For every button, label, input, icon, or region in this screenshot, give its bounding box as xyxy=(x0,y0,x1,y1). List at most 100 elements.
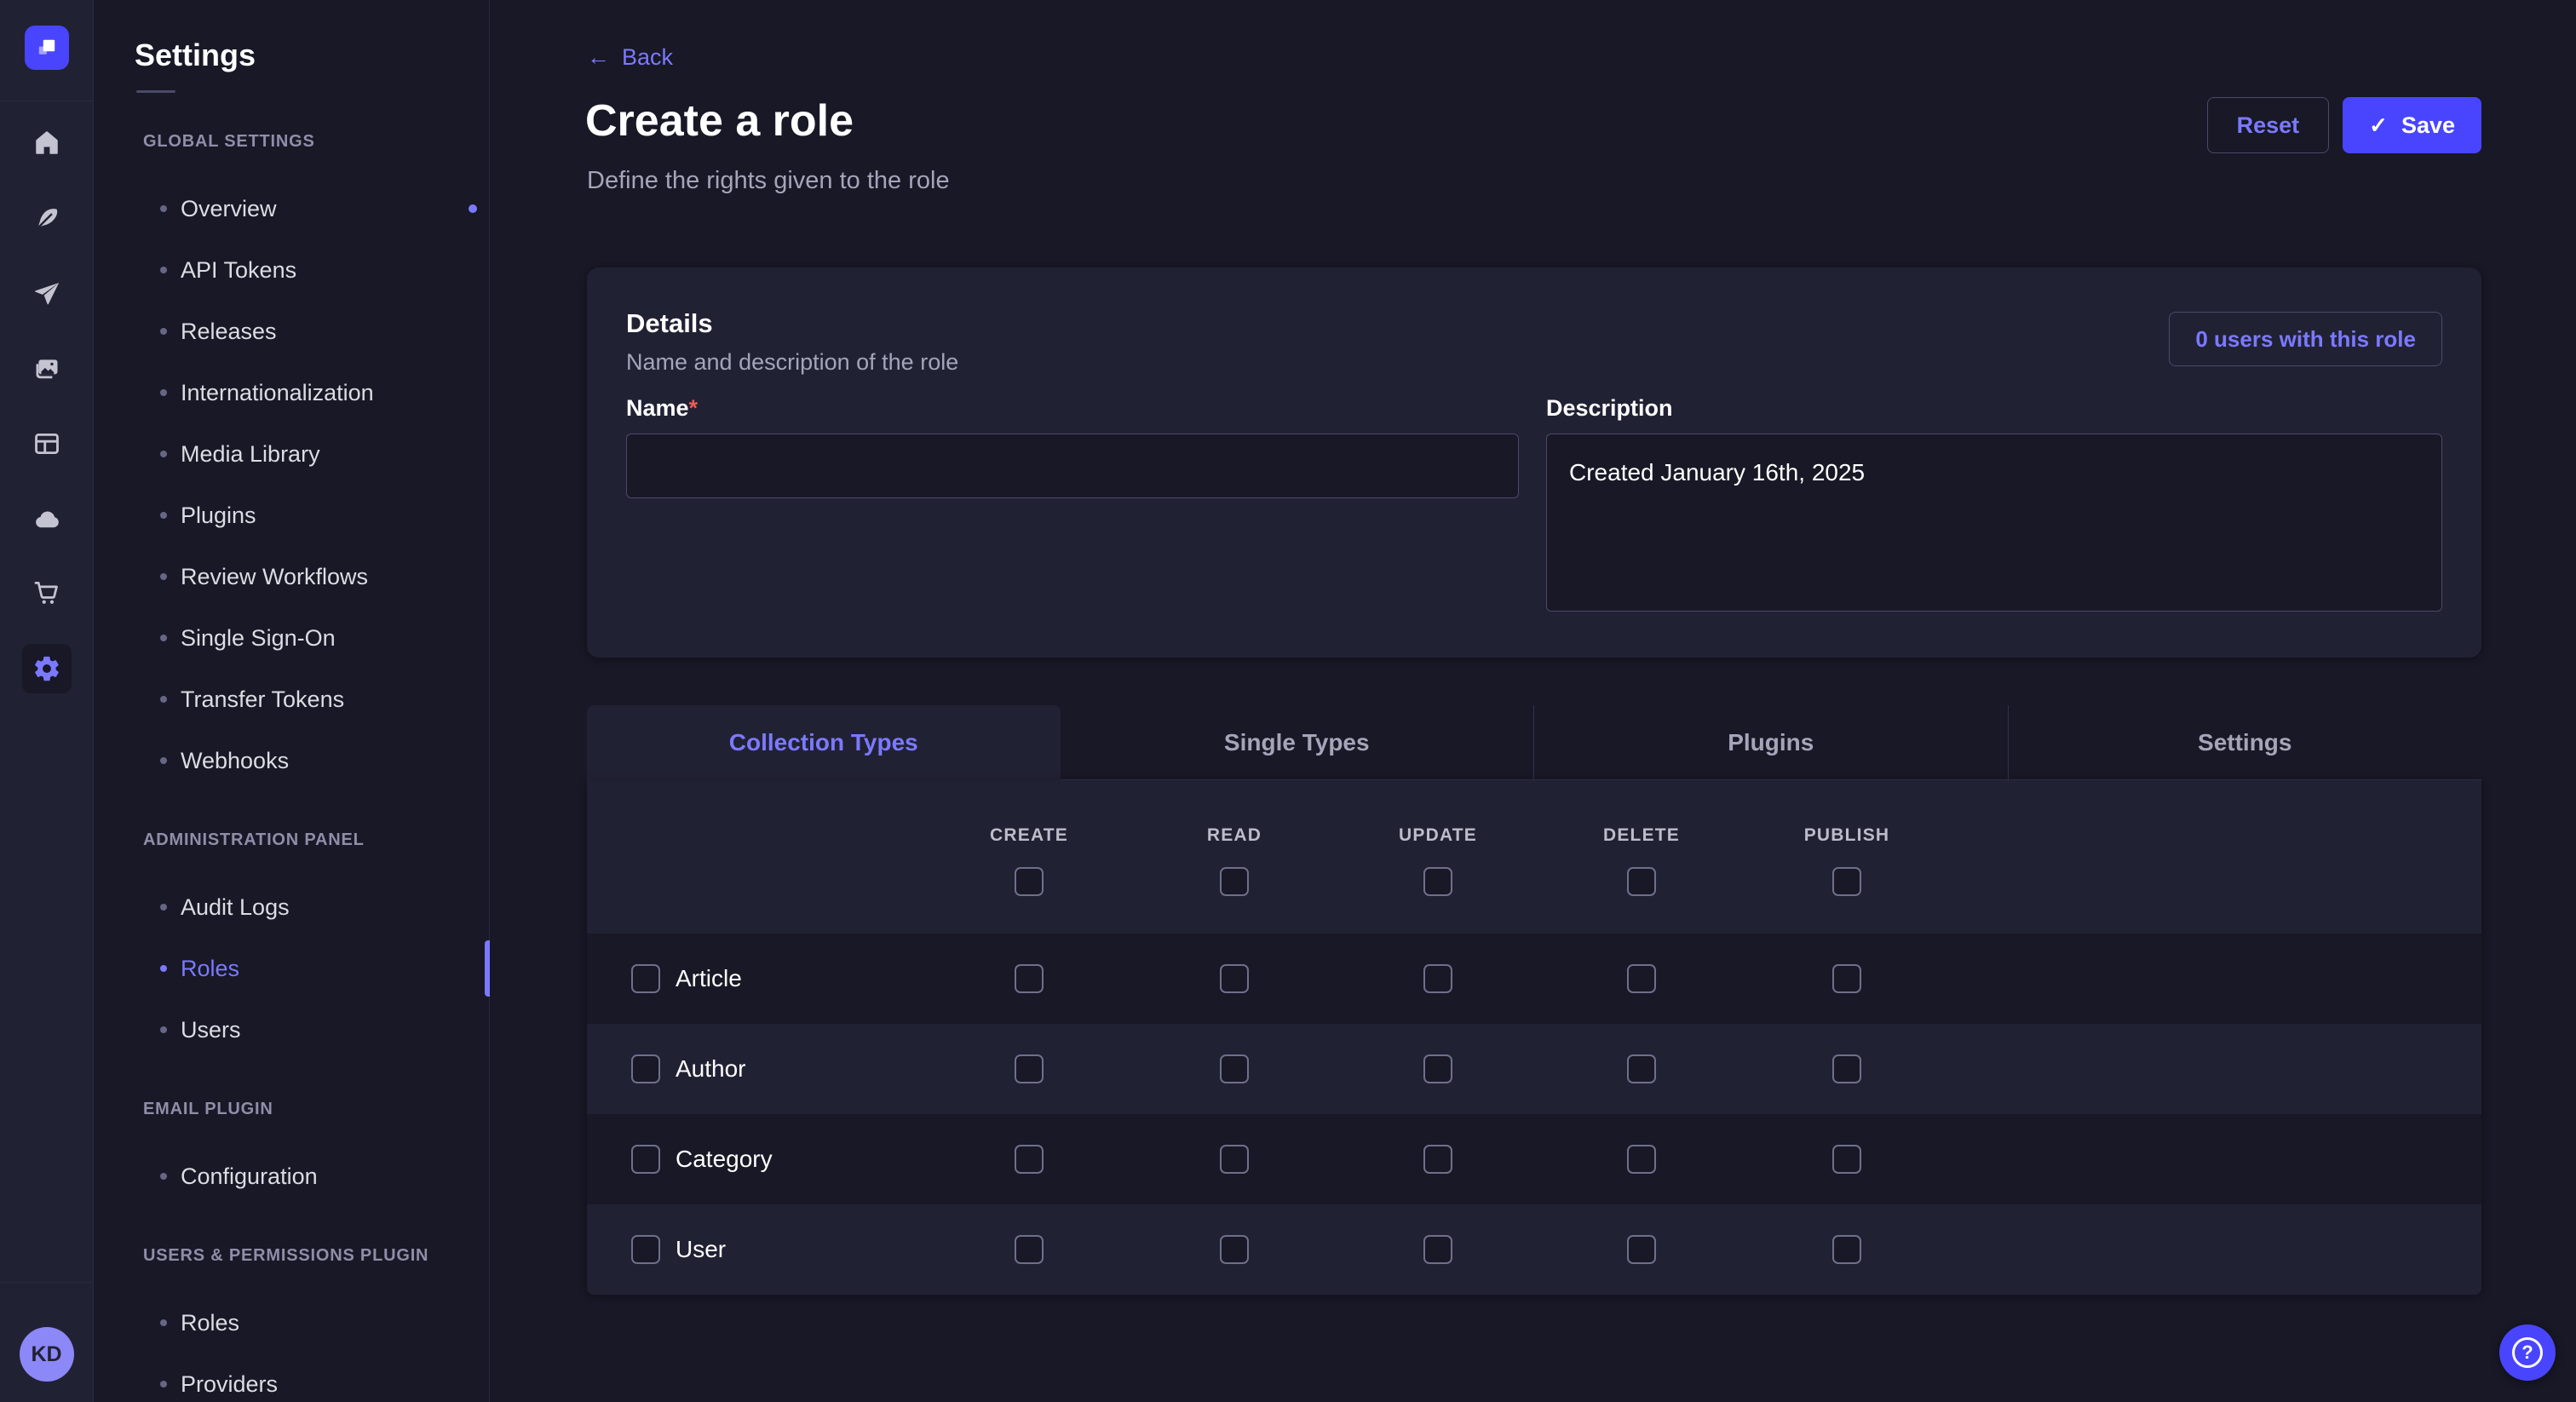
app-root: KD Settings GLOBAL SETTINGS Overview API… xyxy=(0,0,2576,1402)
select-all-delete-checkbox[interactable] xyxy=(1627,867,1656,896)
sidebar-item-roles-admin[interactable]: Roles xyxy=(94,938,489,999)
user-publish-checkbox[interactable] xyxy=(1832,1235,1861,1264)
tab-settings[interactable]: Settings xyxy=(2008,705,2482,780)
table-row-category: Category xyxy=(587,1114,2481,1204)
section-header-global-settings: GLOBAL SETTINGS xyxy=(143,132,489,152)
description-textarea[interactable]: Created January 16th, 2025 xyxy=(1546,434,2442,612)
user-delete-checkbox[interactable] xyxy=(1627,1235,1656,1264)
back-link[interactable]: ← Back xyxy=(587,44,673,71)
content-manager-feather-icon[interactable] xyxy=(22,194,72,244)
page-title: Create a role xyxy=(585,95,854,147)
row-select-checkbox[interactable] xyxy=(631,1145,660,1174)
bullet-icon xyxy=(160,512,167,519)
author-update-checkbox[interactable] xyxy=(1423,1054,1452,1083)
select-all-read-checkbox[interactable] xyxy=(1220,867,1249,896)
user-update-checkbox[interactable] xyxy=(1423,1235,1452,1264)
select-all-publish-checkbox[interactable] xyxy=(1832,867,1861,896)
header-actions: Reset ✓ Save xyxy=(2207,97,2481,153)
name-input[interactable] xyxy=(626,434,1519,498)
row-select-checkbox[interactable] xyxy=(631,1054,660,1083)
permissions-table: CREATE READ UPDATE DELETE PUBLISH Articl… xyxy=(587,780,2481,1295)
author-publish-checkbox[interactable] xyxy=(1832,1054,1861,1083)
sidebar-item-releases[interactable]: Releases xyxy=(94,301,489,362)
author-delete-checkbox[interactable] xyxy=(1627,1054,1656,1083)
help-button[interactable]: ? xyxy=(2499,1324,2556,1381)
tab-plugins[interactable]: Plugins xyxy=(1533,705,2008,780)
media-library-images-icon[interactable] xyxy=(22,345,72,394)
sidebar-item-overview[interactable]: Overview xyxy=(94,178,489,239)
category-create-checkbox[interactable] xyxy=(1015,1145,1044,1174)
bullet-icon xyxy=(160,267,167,273)
select-all-create-checkbox[interactable] xyxy=(1015,867,1044,896)
main-content: ← Back Create a role Define the rights g… xyxy=(490,0,2576,1402)
bullet-icon xyxy=(160,635,167,641)
strapi-logo[interactable] xyxy=(25,26,69,70)
category-publish-checkbox[interactable] xyxy=(1832,1145,1861,1174)
bullet-icon xyxy=(160,328,167,335)
tab-collection-types[interactable]: Collection Types xyxy=(587,705,1061,780)
sidebar-item-audit-logs[interactable]: Audit Logs xyxy=(94,876,489,938)
bullet-icon xyxy=(160,1319,167,1326)
required-asterisk: * xyxy=(689,395,699,421)
section-header-administration-panel: ADMINISTRATION PANEL xyxy=(143,830,489,851)
author-create-checkbox[interactable] xyxy=(1015,1054,1044,1083)
category-update-checkbox[interactable] xyxy=(1423,1145,1452,1174)
sidebar-item-review-workflows[interactable]: Review Workflows xyxy=(94,546,489,607)
settings-gear-icon[interactable] xyxy=(22,644,72,693)
bullet-icon xyxy=(160,205,167,212)
author-read-checkbox[interactable] xyxy=(1220,1054,1249,1083)
category-delete-checkbox[interactable] xyxy=(1627,1145,1656,1174)
sidebar-item-internationalization[interactable]: Internationalization xyxy=(94,362,489,423)
row-select-checkbox[interactable] xyxy=(631,1235,660,1264)
marketplace-cart-icon[interactable] xyxy=(22,568,72,618)
sidebar-item-transfer-tokens[interactable]: Transfer Tokens xyxy=(94,669,489,730)
notification-dot-icon xyxy=(469,204,477,213)
permissions-panel: Collection Types Single Types Plugins Se… xyxy=(587,705,2481,1295)
releases-paper-plane-icon[interactable] xyxy=(22,269,72,319)
subnav-title: Settings xyxy=(135,37,489,73)
deployments-cloud-icon[interactable] xyxy=(22,495,72,544)
sidebar-item-configuration[interactable]: Configuration xyxy=(94,1146,489,1207)
article-publish-checkbox[interactable] xyxy=(1832,964,1861,993)
user-avatar[interactable]: KD xyxy=(20,1327,74,1382)
sidebar-item-roles-up[interactable]: Roles xyxy=(94,1292,489,1353)
bullet-icon xyxy=(160,451,167,457)
name-label: Name* xyxy=(626,395,1519,422)
sidebar-item-plugins[interactable]: Plugins xyxy=(94,485,489,546)
content-type-builder-layout-icon[interactable] xyxy=(22,419,72,468)
article-read-checkbox[interactable] xyxy=(1220,964,1249,993)
bullet-icon xyxy=(160,904,167,911)
article-create-checkbox[interactable] xyxy=(1015,964,1044,993)
bullet-icon xyxy=(160,965,167,972)
bullet-icon xyxy=(160,389,167,396)
category-read-checkbox[interactable] xyxy=(1220,1145,1249,1174)
sidebar-item-api-tokens[interactable]: API Tokens xyxy=(94,239,489,301)
users-with-role-button[interactable]: 0 users with this role xyxy=(2169,312,2442,366)
user-read-checkbox[interactable] xyxy=(1220,1235,1249,1264)
sidebar-item-providers[interactable]: Providers xyxy=(94,1353,489,1402)
user-create-checkbox[interactable] xyxy=(1015,1235,1044,1264)
sidebar-item-media-library[interactable]: Media Library xyxy=(94,423,489,485)
bullet-icon xyxy=(160,1173,167,1180)
row-select-checkbox[interactable] xyxy=(631,964,660,993)
permissions-table-header: CREATE READ UPDATE DELETE PUBLISH xyxy=(587,780,2481,934)
title-divider xyxy=(136,90,175,93)
home-icon[interactable] xyxy=(22,118,72,168)
rail-divider xyxy=(0,1282,93,1283)
sidebar-item-webhooks[interactable]: Webhooks xyxy=(94,730,489,791)
select-all-update-checkbox[interactable] xyxy=(1423,867,1452,896)
bullet-icon xyxy=(160,1381,167,1388)
bullet-icon xyxy=(160,757,167,764)
table-row-user: User xyxy=(587,1204,2481,1295)
article-update-checkbox[interactable] xyxy=(1423,964,1452,993)
article-delete-checkbox[interactable] xyxy=(1627,964,1656,993)
details-subtitle: Name and description of the role xyxy=(626,349,958,376)
tab-single-types[interactable]: Single Types xyxy=(1061,705,1534,780)
save-button[interactable]: ✓ Save xyxy=(2343,97,2481,153)
strapi-logo-icon xyxy=(32,33,61,62)
reset-button[interactable]: Reset xyxy=(2207,97,2330,153)
sidebar-item-single-sign-on[interactable]: Single Sign-On xyxy=(94,607,489,669)
details-title: Details xyxy=(626,308,713,339)
sidebar-item-users[interactable]: Users xyxy=(94,999,489,1060)
details-card: Details Name and description of the role… xyxy=(587,267,2481,658)
